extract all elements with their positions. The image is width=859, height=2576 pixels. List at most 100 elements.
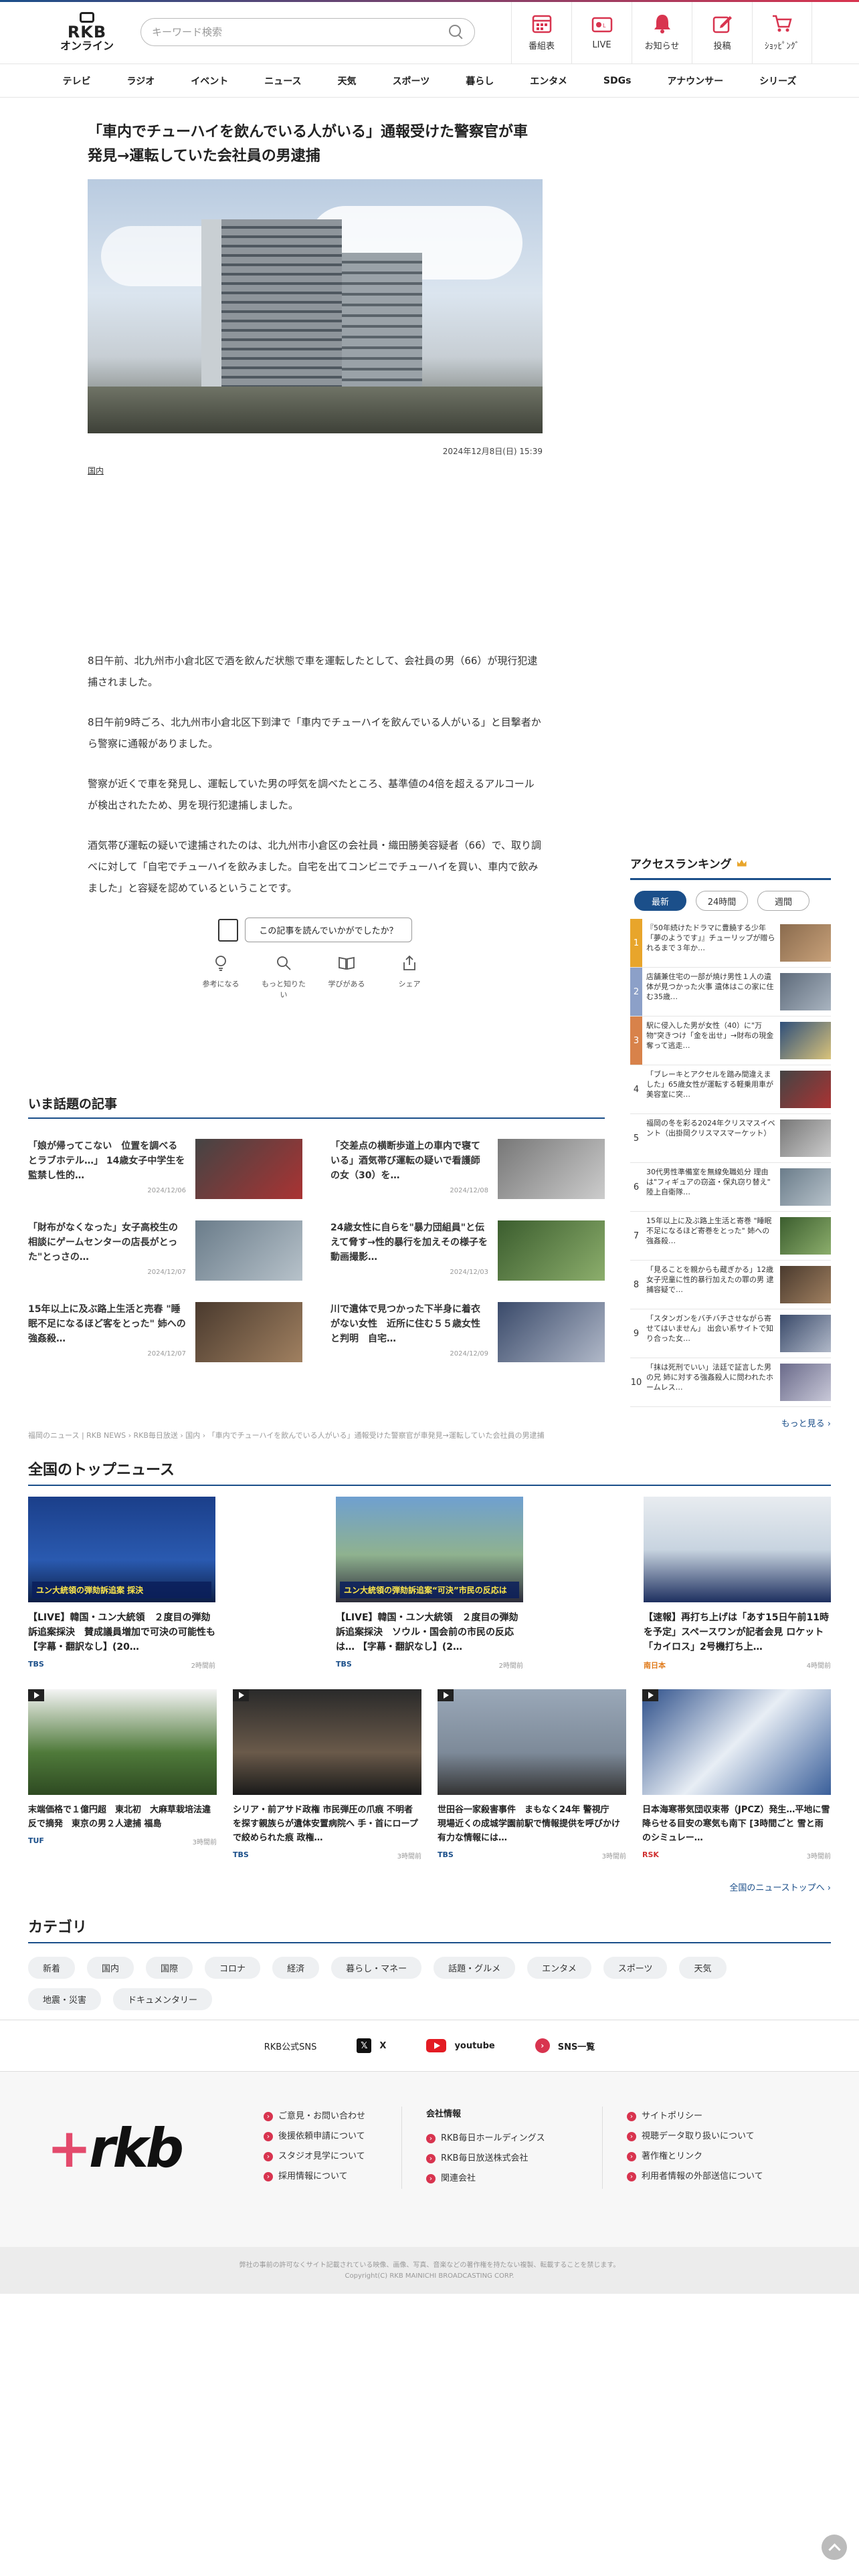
ranking-sidebar: アクセスランキング 最新 24時間 週間 1 『50年続けたドラマに豊饒する少年「… [630, 855, 831, 1429]
tab-latest[interactable]: 最新 [634, 891, 686, 911]
ranking-item[interactable]: 8 「見ることを親からも蔵ぎかる」12歳女子児童に性的暴行加えたの罪の男 逮捕容疑… [630, 1261, 831, 1309]
post-label: 投稿 [713, 41, 731, 51]
site-footer: +rkb ご意見・お問い合わせ 後援依頼申請について スタジオ見学について 採用… [0, 2072, 859, 2247]
ranking-item[interactable]: 6 30代男性準備室を無線免職処分 理由は"フィギュアの窃盗・保丸窃り替え" 陸上… [630, 1163, 831, 1212]
tv-schedule-button[interactable]: 番組表 [511, 0, 571, 64]
ranking-item-text: 30代男性準備室を無線免職処分 理由は"フィギュアの窃盗・保丸窃り替え" 陸上自… [646, 1168, 771, 1196]
gnav-weather[interactable]: 天気 [320, 74, 375, 88]
ranking-item[interactable]: 1 『50年続けたドラマに豊饒する少年「夢のようです」』チューリップが贈られるまで… [630, 919, 831, 968]
rank-number: 9 [630, 1309, 642, 1358]
footer-link[interactable]: 利用者情報の外部送信について [627, 2167, 803, 2187]
shopping-label: ｼｮｯﾋﾟﾝｸﾞ [765, 41, 799, 51]
top-news-image: ユン大統領の弾劾訴追案“可決”市民の反応は [336, 1497, 523, 1602]
footer-logo[interactable]: +rkb [47, 2117, 184, 2179]
x-label: X [379, 2040, 387, 2051]
post-button[interactable]: 投稿 [692, 0, 752, 64]
sns-list-link[interactable]: › SNS一覧 [535, 2038, 595, 2053]
top-news-card[interactable]: ユン大統領の弾劾訴追案“可決”市民の反応は 【LIVE】韓国・ユン大統領 ２度目の… [336, 1497, 523, 1671]
youtube-icon [426, 2039, 447, 2052]
trending-item[interactable]: 川で遺体で見つかった下半身に着衣がない女性 近所に住む５５歳女性と判明 自宅… 2… [330, 1302, 605, 1362]
gnav-series[interactable]: シリーズ [741, 74, 814, 88]
top-news-list-item[interactable]: 世田谷一家殺害事件 まもなく24年 警視庁 現場近くの成城学園前駅で情報提供を呼… [438, 1689, 629, 1860]
feedback-more-button[interactable]: もっと知りたい [259, 954, 308, 1000]
category-chip[interactable]: 国際 [146, 1957, 193, 1979]
shopping-button[interactable]: ｼｮｯﾋﾟﾝｸﾞ [752, 0, 812, 64]
top-news-headline: 【LIVE】韓国・ユン大統領 ２度目の弾劾訴追案採決 賛成議員増加で可決の可能性… [28, 1612, 215, 1652]
category-chip[interactable]: 経済 [272, 1957, 320, 1979]
ranking-more-link[interactable]: もっと見る › [630, 1416, 831, 1429]
breadcrumb[interactable]: 福岡のニュース | RKB NEWS › RKB毎日放送 › 国内 › 「車内で… [28, 1430, 545, 1440]
trending-item[interactable]: 24歳女性に自らを"暴力団組員"と伝えて脅す→性的暴行を加えその様子を動画撮影…… [330, 1220, 605, 1281]
ranking-item-text: 「ブレーキとアクセルを踏み間違えました」65歳女性が運転する軽乗用車が美容室に突… [646, 1070, 773, 1099]
play-icon [233, 1689, 249, 1701]
gnav-news[interactable]: ニュース [246, 74, 319, 88]
footer-link[interactable]: ご意見・お問い合わせ [264, 2107, 401, 2127]
footer-link[interactable]: 関連会社 [426, 2169, 602, 2189]
category-chip[interactable]: 新着 [28, 1957, 76, 1979]
footer-link[interactable]: RKB毎日放送株式会社 [426, 2149, 602, 2169]
gnav-radio[interactable]: ラジオ [109, 74, 173, 88]
gnav-tv[interactable]: テレビ [45, 74, 109, 88]
category-chip[interactable]: エンタメ [527, 1957, 591, 1979]
ranking-item[interactable]: 10 「抹は死刑でいい」法廷で証言した男の兄 姉に対する強姦殺人に問われたホームレ… [630, 1358, 831, 1407]
category-chip[interactable]: 地震・災害 [28, 1988, 102, 2010]
category-chip[interactable]: 天気 [679, 1957, 727, 1979]
trending-item[interactable]: 「娘が帰ってこない 位置を調べるとラブホテル…」 14歳女子中学生を監禁し性的…… [28, 1139, 302, 1199]
feedback-learn-button[interactable]: 学びがある [322, 954, 371, 1000]
search-input[interactable] [152, 25, 449, 38]
ranking-item[interactable]: 2 店舗兼住宅の一部が焼け男性１人の遺体が見つかった火事 遺体はこの家に住む35歳… [630, 968, 831, 1016]
ranking-item[interactable]: 4 「ブレーキとアクセルを踏み間違えました」65歳女性が運転する軽乗用車が美容室に… [630, 1065, 831, 1114]
top-news-card[interactable]: 【速報】再打ち上げは「あす15日午前11時を予定」スペースワンが記者会見 ロケッ… [644, 1497, 831, 1671]
footer-link[interactable]: サイトポリシー [627, 2107, 803, 2127]
feedback-more-label: もっと知りたい [262, 979, 306, 999]
article-category-link[interactable]: 国内 [88, 465, 543, 476]
footer-link[interactable]: 採用情報について [264, 2167, 401, 2187]
ranking-item[interactable]: 7 15年以上に及ぶ路上生活と寄巻 "睡眠不足になるほど寄巻をとった" 姉への強姦… [630, 1212, 831, 1261]
footer-link[interactable]: RKB毎日ホールディングス [426, 2129, 602, 2149]
trending-item-title: 「財布がなくなった」女子高校生の相談にゲームセンターの店長がとった"とっさの… [28, 1222, 178, 1263]
site-logo[interactable]: RKB オンライン [54, 11, 120, 52]
notice-button[interactable]: お知らせ [632, 0, 692, 64]
category-chip[interactable]: コロナ [205, 1957, 261, 1979]
footer-link[interactable]: 後援依頼申請について [264, 2127, 401, 2147]
ranking-item[interactable]: 9 「スタンガンをバチバチさせながら寄せてはいません」 出会い系サイトで知り合った… [630, 1309, 831, 1358]
category-chip[interactable]: ドキュメンタリー [113, 1988, 213, 2010]
ranking-item[interactable]: 5 福岡の冬を彩る2024年クリスマスイベント（出掛岡クリスマスマーケット） [630, 1114, 831, 1163]
top-news-list-item[interactable]: 日本海寒帯気団収束帯（JPCZ）発生…平地に雪降らせる目安の寒気も南下 [3時間… [642, 1689, 831, 1860]
gnav-entertainment[interactable]: エンタメ [512, 74, 585, 88]
ranking-item[interactable]: 3 駅に侵入した男が女性（40）に"万物"突きつけ「金を出せ」→財布の現金奪って逃… [630, 1016, 831, 1065]
category-section: カテゴリ 新着 国内 国際 コロナ 経済 暮らし・マネー 話題・グルメ エンタメ スポーツ 天気地… [28, 1915, 831, 2010]
tab-weekly[interactable]: 週間 [757, 891, 809, 911]
top-accent-line [0, 0, 859, 2]
top-news-list-item[interactable]: 末端価格で１億円超 東北初 大麻草栽培法違反で摘発 東京の男２人逮捕 福島 TUF… [28, 1689, 217, 1860]
trending-item[interactable]: 15年以上に及ぶ路上生活と売春 "睡眠不足になるほど客をとった" 姉への強姦殺…… [28, 1302, 302, 1362]
ranking-item-text: 「スタンガンをバチバチさせながら寄せてはいません」 出会い系サイトで知り合った女… [646, 1314, 773, 1343]
gnav-event[interactable]: イベント [173, 74, 246, 88]
category-chip[interactable]: 国内 [87, 1957, 134, 1979]
footer-link[interactable]: スタジオ見学について [264, 2147, 401, 2167]
survey-icon [218, 918, 239, 942]
x-link[interactable]: 𝕏 X [357, 2038, 386, 2053]
gnav-sports[interactable]: スポーツ [375, 74, 448, 88]
footer-link[interactable]: 視聴データ取り扱いについて [627, 2127, 803, 2147]
footer-link[interactable]: 著作権とリンク [627, 2147, 803, 2167]
top-news-list-item[interactable]: シリア・前アサド政権 市民弾圧の爪痕 不明者を探す親族らが遺体安置病院へ 手・首… [233, 1689, 421, 1860]
magnifier-icon [277, 956, 291, 970]
trending-item[interactable]: 「財布がなくなった」女子高校生の相談にゲームセンターの店長がとった"とっさの… 2… [28, 1220, 302, 1281]
share-button[interactable]: シェア [385, 954, 434, 1000]
gnav-sdgs[interactable]: SDGs [585, 76, 650, 86]
tab-24h[interactable]: 24時間 [696, 891, 748, 911]
category-chip[interactable]: 暮らし・マネー [331, 1957, 422, 1979]
youtube-link[interactable]: youtube [426, 2039, 495, 2052]
category-chip[interactable]: スポーツ [603, 1957, 668, 1979]
category-chip[interactable]: 話題・グルメ [434, 1957, 516, 1979]
live-button[interactable]: L LIVE [571, 0, 632, 64]
gnav-announcer[interactable]: アナウンサー [649, 74, 741, 88]
trending-item[interactable]: 「交差点の横断歩道上の車内で寝ている」酒気帯び運転の疑いで看護師の女（30）を…… [330, 1139, 605, 1199]
back-to-top-button[interactable] [822, 2535, 847, 2560]
top-news-card[interactable]: ユン大統領の弾劾訴追案 採決 【LIVE】韓国・ユン大統領 ２度目の弾劾訴追案採決… [28, 1497, 215, 1671]
gnav-life[interactable]: 暮らし [448, 74, 512, 88]
search-icon[interactable] [449, 24, 464, 39]
feedback-helpful-button[interactable]: 参考になる [196, 954, 246, 1000]
all-news-link[interactable]: 全国のニューストップへ › [28, 1881, 831, 1893]
